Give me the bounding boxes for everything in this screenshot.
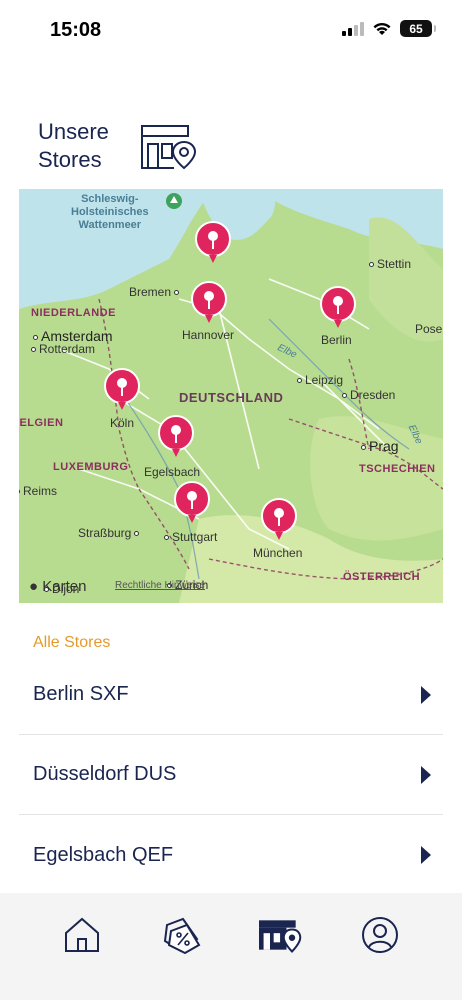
store-map[interactable]: Schleswig- Holsteinisches Wattenmeer NIE…: [19, 189, 443, 603]
city-label: Egelsbach: [144, 465, 200, 479]
city-dot: [19, 489, 20, 495]
wifi-icon: [373, 22, 391, 35]
city-label: Dresden: [342, 388, 395, 402]
store-list: Berlin SXF Düsseldorf DUS Egelsbach QEF: [19, 655, 443, 895]
city-label: München: [253, 546, 302, 560]
page-title: Unsere Stores: [38, 119, 109, 172]
coupons-icon: [163, 917, 201, 955]
store-item-egelsbach[interactable]: Egelsbach QEF: [19, 815, 443, 895]
city-label: Berlin: [321, 333, 352, 347]
city-name: Dresden: [350, 388, 396, 402]
city-name: Hannover: [182, 328, 235, 342]
map-pin-store[interactable]: [158, 415, 194, 459]
store-location-icon: [141, 125, 197, 170]
city-label: Stuttgart: [164, 530, 217, 544]
city-name: Stettin: [377, 257, 412, 271]
city-dot: [342, 393, 347, 399]
profile-icon: [362, 917, 398, 953]
section-label: Alle Stores: [33, 634, 111, 651]
status-icons: 65: [342, 20, 436, 37]
status-time: 15:08: [50, 19, 102, 41]
home-icon: [65, 917, 99, 952]
country-label-luxembourg: LUXEMBURG: [53, 461, 129, 473]
map-pin-store[interactable]: [195, 221, 231, 265]
city-name: München: [253, 546, 303, 560]
city-dot: [369, 262, 374, 268]
city-dot: [134, 531, 140, 537]
city-label: Straßburg: [78, 526, 142, 540]
water-label-line: Holsteinisches: [71, 206, 149, 218]
map-pin-store[interactable]: [174, 481, 210, 525]
tab-home[interactable]: [60, 913, 104, 957]
maps-attribution-text: Karten: [42, 578, 87, 595]
status-bar: 15:08 65: [0, 0, 462, 62]
city-name: Pose: [415, 322, 443, 336]
city-label: Bremen: [129, 285, 182, 299]
country-label-czechia: TSCHECHIEN: [359, 463, 436, 475]
city-name: Egelsbach: [144, 465, 201, 479]
city-label: Leipzig: [297, 373, 343, 387]
map-pin-store[interactable]: [191, 281, 227, 325]
maps-attribution: ● Karten: [29, 578, 86, 595]
stores-icon: [259, 920, 302, 953]
apple-logo-icon: ●: [29, 578, 39, 595]
cellular-signal-icon: [342, 21, 364, 36]
city-dot: [361, 444, 366, 450]
legal-link[interactable]: Rechtliche Hinweise: [115, 580, 205, 591]
country-label-germany: DEUTSCHLAND: [179, 390, 284, 405]
city-label: Reims: [19, 484, 57, 498]
tab-bar: [0, 893, 462, 1000]
city-name: Straßburg: [78, 526, 132, 540]
city-name: Köln: [110, 416, 135, 430]
map-pin-store[interactable]: [261, 498, 297, 542]
city-label: Stettin: [369, 257, 411, 271]
chevron-right-icon: [421, 685, 431, 704]
city-dot: [297, 378, 302, 384]
city-dot: [31, 347, 36, 353]
city-label: Prag: [361, 438, 399, 454]
city-name: Bremen: [129, 285, 172, 299]
city-label: Rotterdam: [31, 342, 95, 356]
city-label: Köln: [110, 416, 134, 430]
city-dot: [164, 535, 169, 541]
tab-stores[interactable]: [259, 913, 303, 957]
water-label: Schleswig- Holsteinisches Wattenmeer: [71, 193, 149, 232]
tab-profile[interactable]: [358, 913, 402, 957]
city-name: Stuttgart: [172, 530, 218, 544]
city-name: Berlin: [321, 333, 352, 347]
page-header: Unsere Stores: [38, 112, 438, 182]
city-name: Prag: [369, 438, 399, 454]
water-label-line: Wattenmeer: [78, 219, 142, 231]
battery-indicator: 65: [400, 20, 436, 37]
water-label-line: Schleswig-: [81, 193, 139, 205]
tab-coupons[interactable]: [159, 913, 203, 957]
map-pin-store[interactable]: [104, 368, 140, 412]
store-name: Düsseldorf DUS: [33, 763, 177, 785]
city-name: Reims: [23, 484, 58, 498]
city-dot: [174, 290, 180, 296]
store-name: Berlin SXF: [33, 683, 129, 705]
store-item-duesseldorf[interactable]: Düsseldorf DUS: [19, 735, 443, 815]
park-icon: [166, 193, 182, 209]
city-name: Rotterdam: [39, 342, 96, 356]
country-label-netherlands: NIEDERLANDE: [31, 307, 116, 319]
store-name: Egelsbach QEF: [33, 843, 174, 866]
country-label-belgium: BELGIEN: [19, 417, 64, 429]
city-label: Hannover: [182, 328, 234, 342]
city-dot: [33, 334, 38, 340]
store-item-berlin[interactable]: Berlin SXF: [19, 655, 443, 735]
chevron-right-icon: [421, 846, 431, 864]
city-name: Leipzig: [305, 373, 344, 387]
country-label-austria: ÖSTERREICH: [343, 571, 421, 583]
city-label: Pose: [415, 322, 442, 336]
chevron-right-icon: [421, 765, 431, 784]
map-pin-store[interactable]: [320, 286, 356, 330]
